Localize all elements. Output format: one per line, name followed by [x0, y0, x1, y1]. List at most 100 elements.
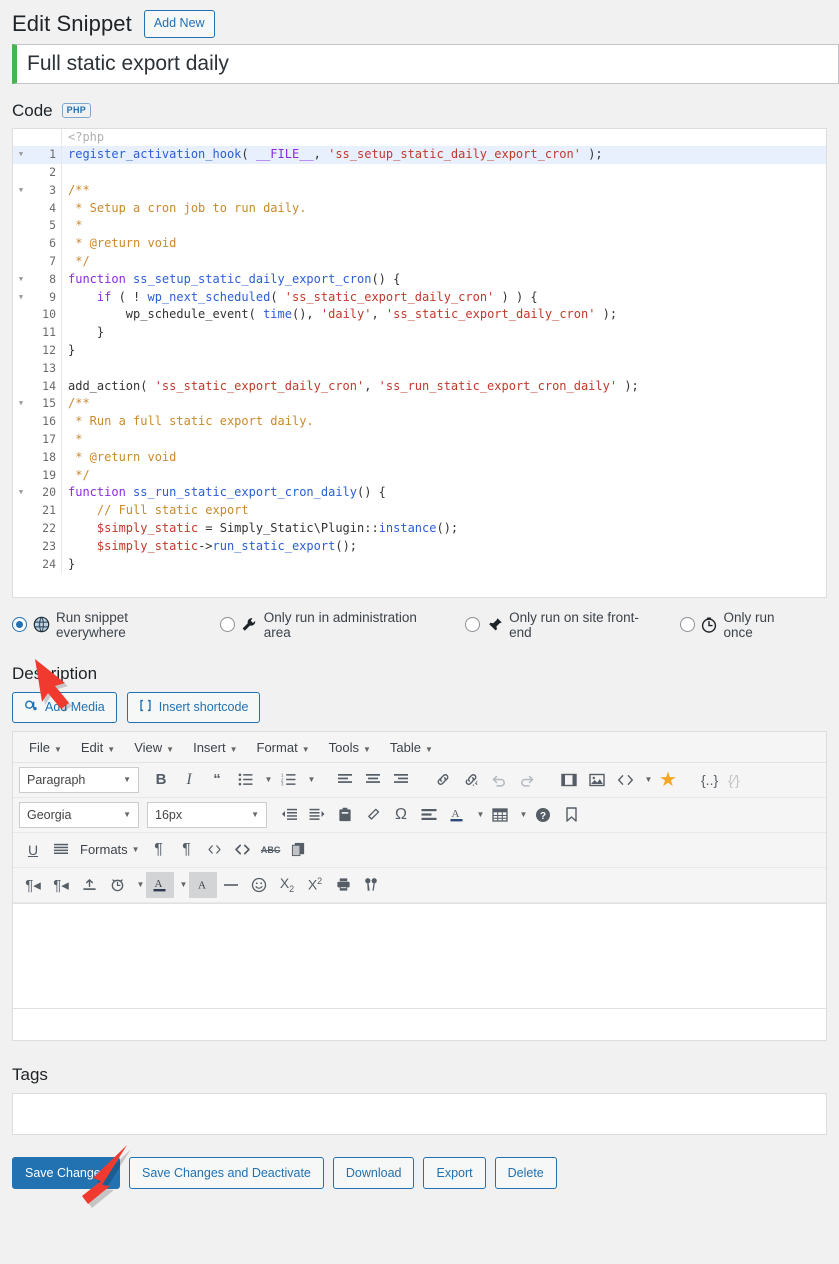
menu-format[interactable]: Format ▼: [249, 738, 321, 757]
code-line[interactable]: 5 *: [13, 217, 826, 236]
align-center-button[interactable]: [359, 767, 387, 793]
subscript-icon[interactable]: X2: [273, 872, 301, 898]
numbered-list-button[interactable]: 123: [274, 767, 302, 793]
scope-option-0[interactable]: Run snippet everywhere: [12, 610, 198, 640]
alarm-clock-icon[interactable]: [103, 872, 131, 898]
scope-radio[interactable]: [679, 617, 695, 632]
save-changes-button[interactable]: Save Changes: [12, 1156, 121, 1190]
bullet-list-dropdown[interactable]: ▼: [259, 767, 274, 793]
code-line[interactable]: 11 }: [13, 324, 826, 343]
ltr-direction-icon[interactable]: ¶◂: [19, 872, 47, 898]
increase-indent-icon[interactable]: [303, 802, 331, 828]
bold-button[interactable]: B: [147, 767, 175, 793]
insert-link-icon[interactable]: [429, 767, 457, 793]
code-inline-icon[interactable]: [201, 837, 229, 863]
export-button[interactable]: Export: [423, 1156, 486, 1190]
find-replace-icon[interactable]: [357, 872, 385, 898]
paste-icon[interactable]: [331, 802, 359, 828]
print-icon[interactable]: [329, 872, 357, 898]
code-line[interactable]: 23 $simply_static->run_static_export();: [13, 537, 826, 556]
scope-option-3[interactable]: Only run once: [679, 610, 805, 640]
code-line[interactable]: 13: [13, 359, 826, 378]
code-line[interactable]: 12}: [13, 342, 826, 360]
font-family-select[interactable]: Georgia ▼: [19, 801, 139, 828]
special-character-icon[interactable]: Ω: [387, 802, 415, 828]
scope-option-1[interactable]: Only run in administration area: [219, 610, 443, 640]
source-code-icon[interactable]: [611, 767, 639, 793]
delete-button[interactable]: Delete: [494, 1156, 557, 1190]
insert-video-icon[interactable]: [555, 767, 583, 793]
text-color-active-dropdown[interactable]: ▼: [174, 872, 189, 898]
insert-image-icon[interactable]: [583, 767, 611, 793]
fold-toggle-icon[interactable]: ▼: [13, 271, 29, 289]
scope-radio[interactable]: [12, 617, 27, 632]
star-icon[interactable]: ★: [654, 767, 682, 793]
paragraph-mark-icon[interactable]: ¶: [145, 837, 173, 863]
numbered-list-dropdown[interactable]: ▼: [302, 767, 317, 793]
editor-content-area[interactable]: [13, 902, 826, 1008]
code-line[interactable]: 2: [13, 164, 826, 182]
add-media-button[interactable]: Add Media: [12, 691, 117, 723]
redo-icon[interactable]: [513, 767, 541, 793]
help-icon[interactable]: ?: [529, 802, 557, 828]
strikethrough-icon[interactable]: ABC: [257, 837, 285, 863]
paragraph-style-select[interactable]: Paragraph ▼: [19, 766, 139, 793]
scope-option-2[interactable]: Only run on site front-end: [465, 610, 657, 640]
add-new-button[interactable]: Add New: [143, 10, 215, 38]
shortcode-braces-icon[interactable]: {..}: [696, 767, 723, 793]
code-editor[interactable]: <?php ▼ 1 register_activation_hook( __FILE…: [12, 127, 827, 598]
download-button[interactable]: Download: [332, 1156, 415, 1190]
fold-toggle-icon[interactable]: ▼: [13, 289, 29, 307]
fold-toggle-icon[interactable]: ▼: [13, 484, 29, 502]
save-and-deactivate-button[interactable]: Save Changes and Deactivate: [129, 1156, 324, 1190]
align-right-button[interactable]: [387, 767, 415, 793]
code-line[interactable]: 6 * @return void: [13, 235, 826, 254]
menu-tools[interactable]: Tools ▼: [321, 738, 382, 757]
code-line[interactable]: 22 $simply_static = Simply_Static\Plugin…: [13, 520, 826, 538]
code-line[interactable]: 18 * @return void: [13, 448, 826, 467]
code-line[interactable]: 24}: [13, 555, 826, 574]
align-left-button[interactable]: [331, 767, 359, 793]
background-color-icon[interactable]: A: [189, 871, 217, 898]
menu-file[interactable]: File ▼: [21, 738, 73, 757]
menu-view[interactable]: View ▼: [126, 738, 185, 757]
code-line[interactable]: 7 */: [13, 253, 826, 271]
font-size-select[interactable]: 16px ▼: [147, 801, 267, 828]
code-line[interactable]: 16 * Run a full static export daily.: [13, 413, 826, 432]
menu-insert[interactable]: Insert ▼: [185, 738, 248, 757]
underline-button[interactable]: U: [19, 837, 47, 863]
insert-table-dropdown[interactable]: ▼: [514, 802, 529, 828]
code-line[interactable]: 14 add_action( 'ss_static_export_daily_cr…: [13, 377, 826, 396]
horizontal-rule-icon[interactable]: [217, 872, 245, 898]
code-line[interactable]: ▼ 15 /**: [13, 395, 826, 414]
upload-icon[interactable]: [75, 872, 103, 898]
code-line[interactable]: ▼ 20 function ss_run_static_export_cron_da…: [13, 484, 826, 503]
justify-button[interactable]: [47, 837, 75, 863]
show-invisible-icon[interactable]: ¶: [173, 837, 201, 863]
fold-toggle-icon[interactable]: ▼: [13, 395, 29, 413]
scope-radio[interactable]: [219, 617, 235, 632]
line-height-icon[interactable]: [415, 802, 443, 828]
unlink-icon[interactable]: [457, 767, 485, 793]
edit-braces-icon[interactable]: {∕}: [723, 767, 745, 793]
italic-button[interactable]: I: [175, 767, 203, 793]
insert-shortcode-button[interactable]: Insert shortcode: [126, 691, 261, 723]
blockquote-button[interactable]: “: [203, 767, 231, 793]
formats-dropdown[interactable]: Formats ▼: [75, 837, 145, 863]
alarm-clock-dropdown[interactable]: ▼: [131, 872, 146, 898]
code-line[interactable]: ▼ 8 function ss_setup_static_daily_export_…: [13, 270, 826, 289]
code-block-icon[interactable]: [229, 837, 257, 863]
rtl-direction-icon[interactable]: ¶◂: [47, 872, 75, 898]
emoticon-icon[interactable]: [245, 872, 273, 898]
fold-toggle-icon[interactable]: ▼: [13, 182, 29, 200]
fold-toggle-icon[interactable]: ▼: [13, 146, 29, 164]
code-line[interactable]: ▼ 3 /**: [13, 181, 826, 200]
snippet-name-input[interactable]: [12, 43, 839, 84]
code-line[interactable]: ▼ 1 register_activation_hook( __FILE__, 's…: [13, 146, 826, 165]
undo-icon[interactable]: [485, 767, 513, 793]
code-line[interactable]: 17 *: [13, 431, 826, 449]
tags-input[interactable]: [12, 1092, 827, 1135]
code-line[interactable]: 4 * Setup a cron job to run daily.: [13, 199, 826, 218]
bookmark-icon[interactable]: [557, 802, 585, 828]
superscript-icon[interactable]: X2: [301, 872, 329, 898]
